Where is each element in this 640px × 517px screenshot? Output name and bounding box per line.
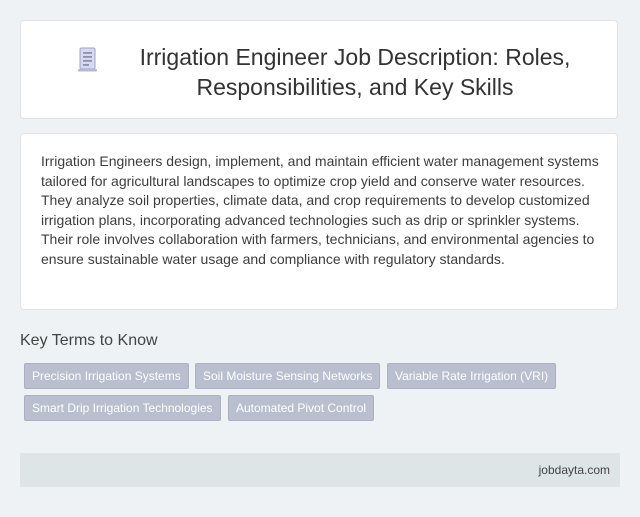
page-title: Irrigation Engineer Job Description: Rol… [139,44,571,100]
key-terms-heading: Key Terms to Know [20,332,158,349]
document-icon [77,47,99,73]
footer-brand[interactable]: jobdayta.com [539,453,610,487]
term-chip[interactable]: Automated Pivot Control [228,395,375,421]
term-chip[interactable]: Soil Moisture Sensing Networks [195,363,381,389]
footer: jobdayta.com [20,453,620,487]
job-description-text: Irrigation Engineers design, implement, … [41,153,599,267]
term-chip[interactable]: Smart Drip Irrigation Technologies [24,395,221,421]
term-chip[interactable]: Precision Irrigation Systems [24,363,189,389]
term-chip[interactable]: Variable Rate Irrigation (VRI) [387,363,557,389]
